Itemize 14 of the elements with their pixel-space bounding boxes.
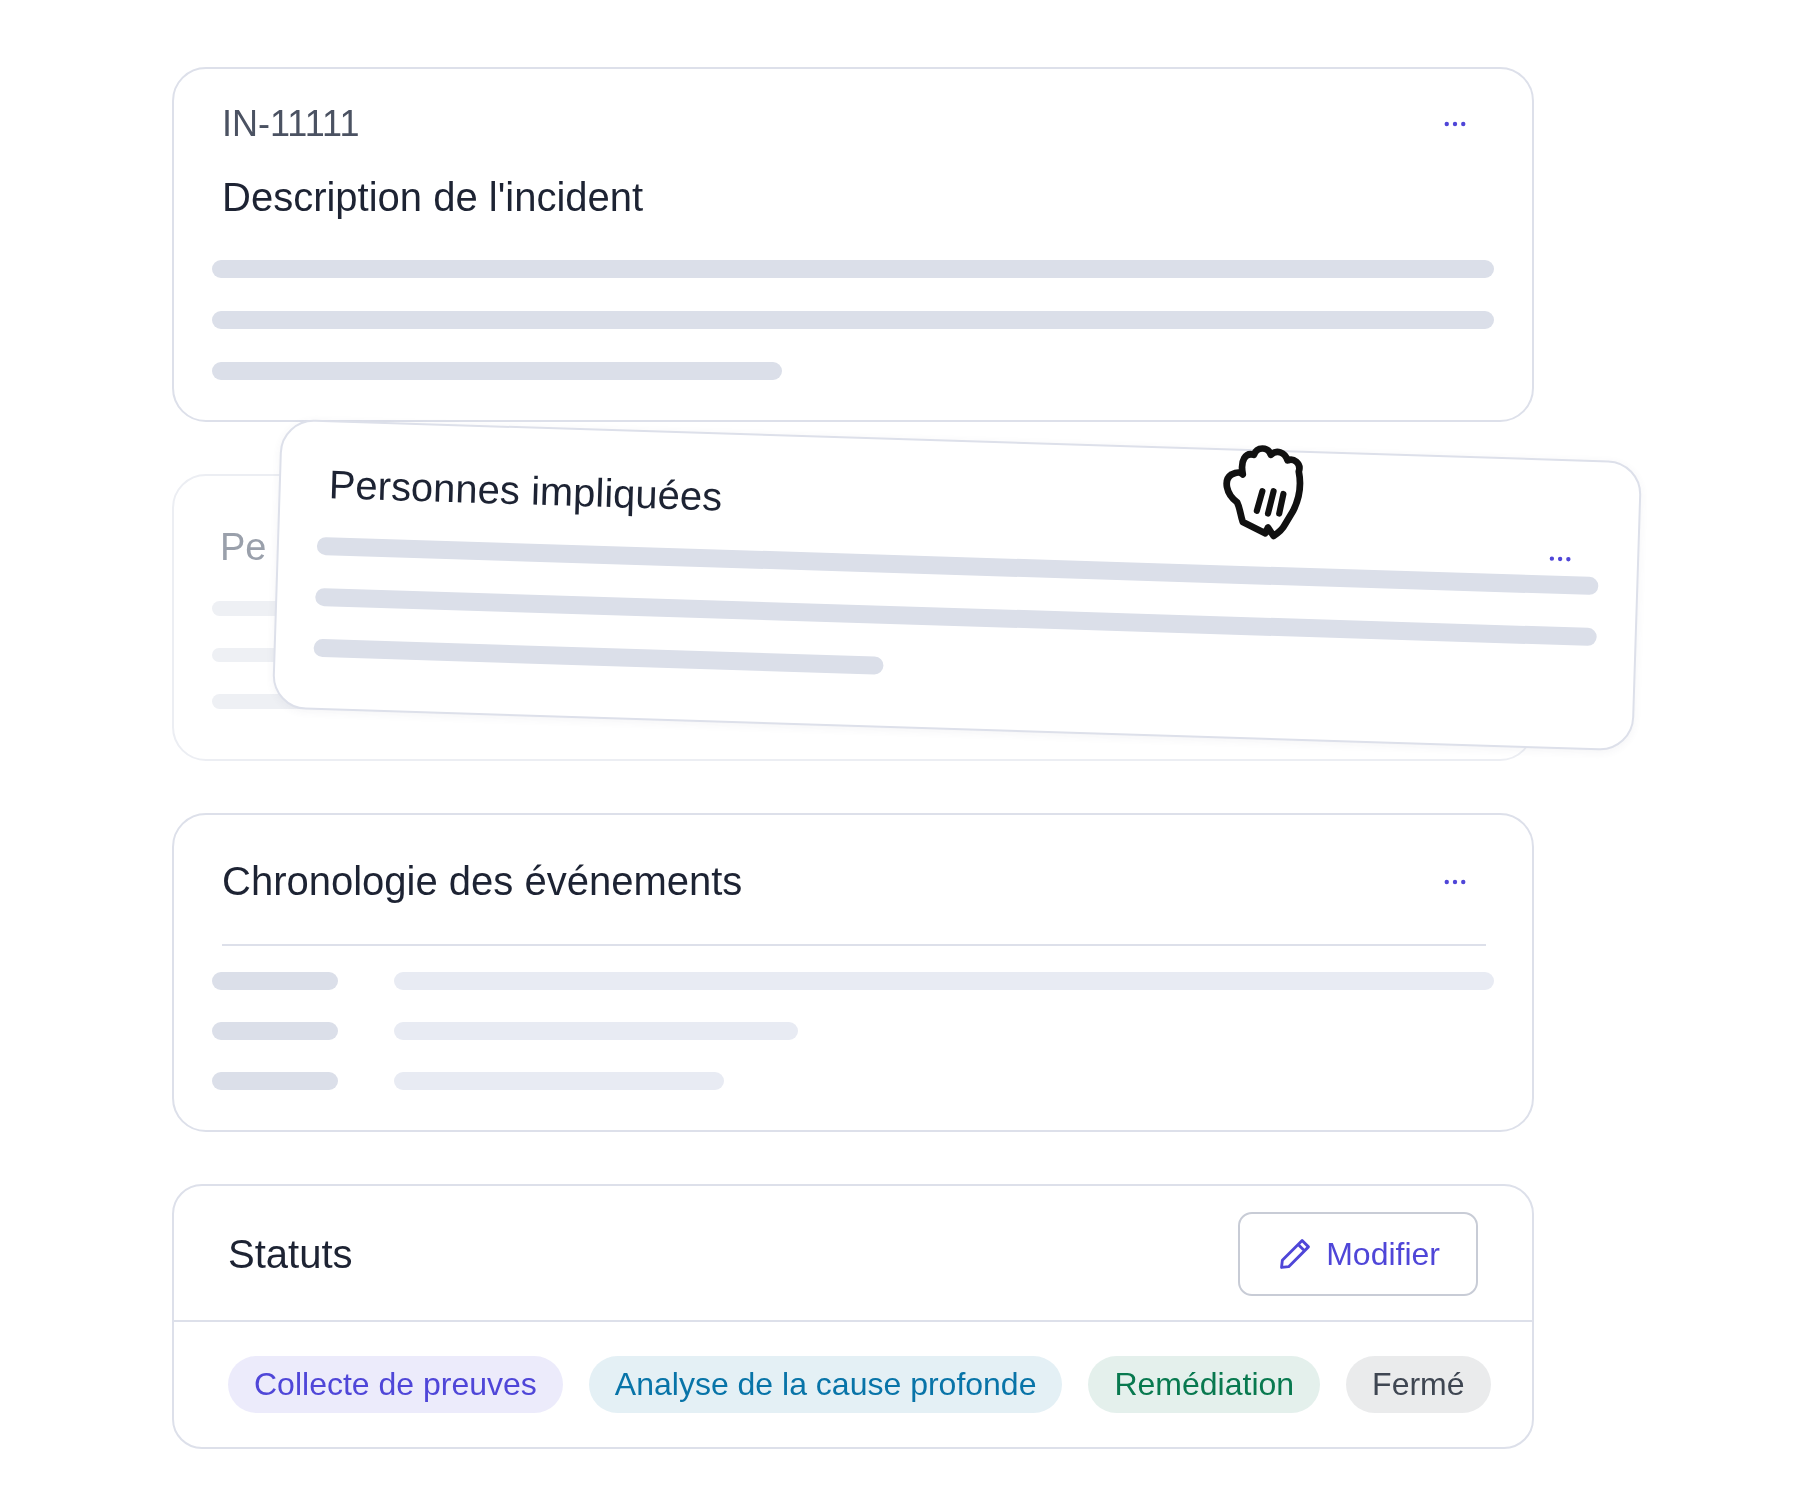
card-title: Pe	[220, 526, 267, 569]
edit-button[interactable]: Modifier	[1238, 1212, 1478, 1296]
card-title: Personnes impliquées	[328, 462, 723, 520]
card-title: Chronologie des événements	[222, 859, 743, 904]
card-title: Description de l'incident	[221, 175, 645, 220]
more-icon[interactable]	[1444, 878, 1466, 885]
more-icon[interactable]	[1444, 121, 1466, 127]
status-tag: Analyse de la cause profonde	[588, 1356, 1063, 1413]
incident-reference: IN-11111	[222, 103, 360, 145]
more-icon[interactable]	[1549, 555, 1572, 563]
status-tag: Collecte de preuves	[228, 1356, 563, 1413]
card-title: Statuts	[228, 1231, 353, 1277]
status-tag: Remédiation	[1088, 1356, 1321, 1413]
status-tag: Fermé	[1346, 1356, 1491, 1413]
